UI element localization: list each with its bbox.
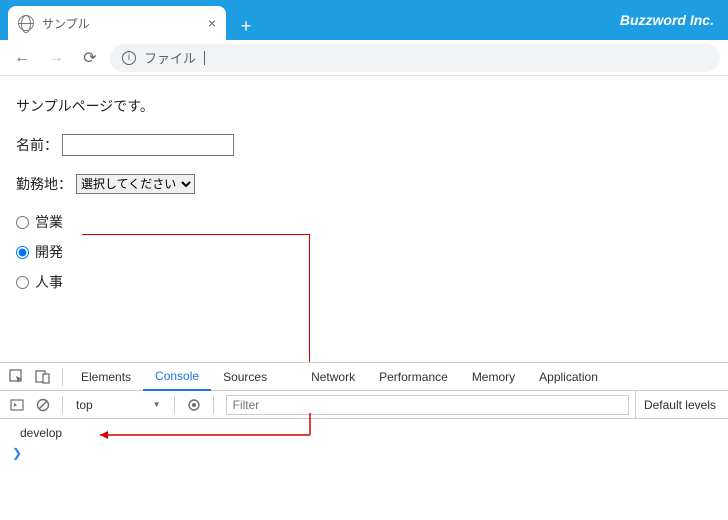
console-output-line: develop [8,423,720,443]
url-text: ファイル [144,48,196,67]
console-prompt[interactable]: ❯ [8,443,720,463]
device-toggle-icon[interactable] [30,364,56,390]
separator [213,396,214,414]
sidebar-toggle-icon[interactable] [4,392,30,418]
radio-input-develop[interactable] [16,246,29,259]
globe-icon [18,15,34,31]
radio-input-sales[interactable] [16,216,29,229]
tab-console[interactable]: Console [143,363,211,391]
name-field-row: 名前： [16,134,712,156]
tab-elements[interactable]: Elements [69,363,143,391]
page-paragraph: サンプルページです。 [16,96,712,116]
log-levels-selector[interactable]: Default levels [635,391,724,419]
radio-group: 営業 開発 人事 [16,212,712,292]
tab-sources[interactable]: Sources [211,363,279,391]
omnibox[interactable]: i ファイル [110,44,720,72]
browser-title-bar: サンプル × + Buzzword Inc. [0,0,728,40]
tab-title: サンプル [42,15,200,32]
console-toolbar: top Default levels [0,391,728,419]
devtools-tab-bar: Elements Console Sources Network Perform… [0,363,728,391]
page-content: サンプルページです。 名前： 勤務地： 選択してください 営業 開発 人事 [0,76,728,362]
text-cursor [204,51,205,65]
context-selector[interactable]: top [69,395,168,415]
name-label: 名前： [16,135,58,155]
forward-button[interactable]: → [42,44,70,72]
console-body: develop ❯ [0,419,728,467]
separator [62,396,63,414]
name-input[interactable] [62,134,234,156]
radio-hr[interactable]: 人事 [16,272,712,292]
radio-input-hr[interactable] [16,276,29,289]
context-label: top [76,398,93,412]
info-icon: i [122,51,136,65]
radio-sales[interactable]: 営業 [16,212,712,232]
tab-memory[interactable]: Memory [460,363,527,391]
radio-develop[interactable]: 開発 [16,242,712,262]
browser-tab[interactable]: サンプル × [8,6,226,40]
tab-performance[interactable]: Performance [367,363,460,391]
radio-label-develop: 開発 [35,242,63,262]
clear-console-icon[interactable] [30,392,56,418]
inspect-icon[interactable] [4,364,30,390]
close-icon[interactable]: × [208,15,216,31]
brand-label: Buzzword Inc. [620,12,714,28]
separator [62,368,63,386]
tab-network[interactable]: Network [299,363,367,391]
back-button[interactable]: ← [8,44,36,72]
reload-button[interactable]: ⟳ [76,44,104,72]
separator [174,396,175,414]
filter-input[interactable] [226,395,629,415]
radio-label-hr: 人事 [35,272,63,292]
tab-application[interactable]: Application [527,363,610,391]
radio-label-sales: 営業 [35,212,63,232]
location-field-row: 勤務地： 選択してください [16,174,712,194]
address-bar: ← → ⟳ i ファイル [0,40,728,76]
devtools-panel: Elements Console Sources Network Perform… [0,362,728,467]
location-select[interactable]: 選択してください [76,174,195,194]
tab-strip: サンプル × + [8,6,260,40]
new-tab-button[interactable]: + [232,12,260,40]
live-expression-icon[interactable] [181,392,207,418]
location-label: 勤務地： [16,174,72,194]
